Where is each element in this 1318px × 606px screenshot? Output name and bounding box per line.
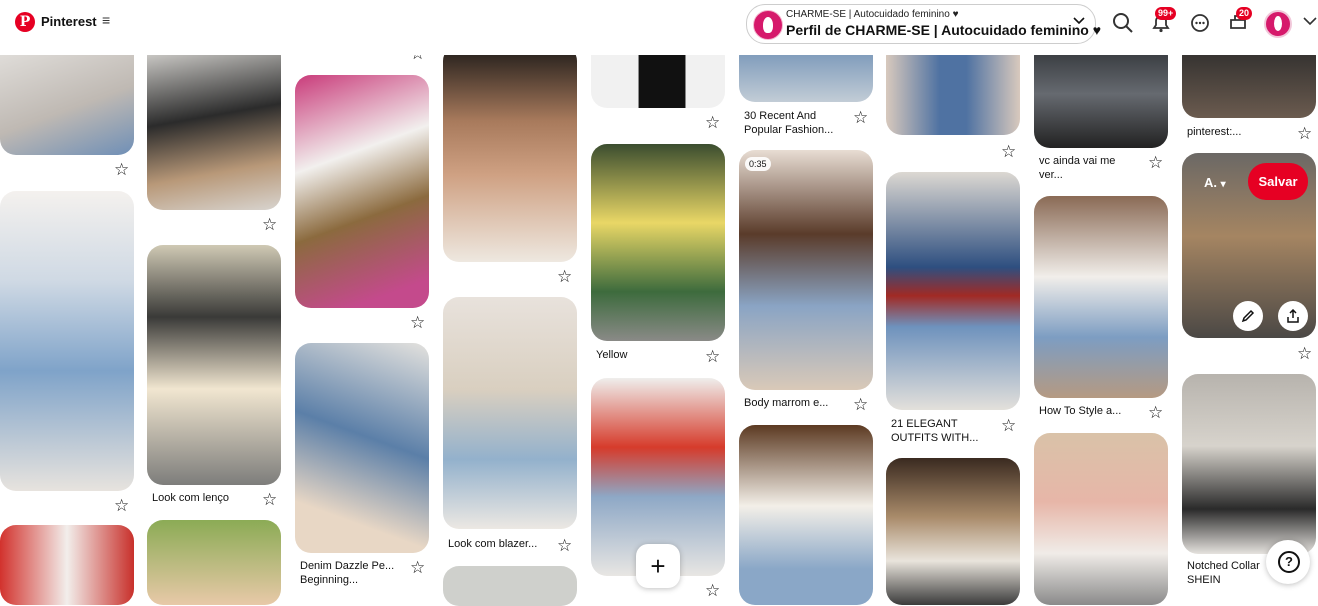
board-selector[interactable]: A. ▾ <box>1204 175 1226 190</box>
star-icon[interactable]: ☆ <box>557 537 572 554</box>
pin-image[interactable] <box>295 343 429 553</box>
chevron-down-icon: ▾ <box>1220 179 1226 190</box>
board-selector-label: A. <box>1204 175 1217 190</box>
video-duration: 0:35 <box>745 157 771 171</box>
pin-title: Denim Dazzle Pe... Beginning... <box>300 560 395 586</box>
star-icon[interactable]: ☆ <box>1297 345 1312 362</box>
pin-title: Look com lenço <box>152 492 230 504</box>
notifications-badge: 99+ <box>1155 7 1177 20</box>
star-icon[interactable]: ☆ <box>557 268 572 285</box>
star-icon[interactable]: ☆ <box>114 497 129 514</box>
edit-icon[interactable] <box>1233 301 1263 331</box>
pin-image[interactable] <box>147 520 281 605</box>
pin-image[interactable] <box>1034 196 1168 398</box>
pin-title: Notched Collar SHEIN <box>1187 560 1260 586</box>
star-icon[interactable]: ☆ <box>1001 143 1016 160</box>
pin-title: Look com blazer... <box>448 538 538 550</box>
star-icon[interactable]: ☆ <box>262 216 277 233</box>
pin-image[interactable] <box>0 525 134 605</box>
brand-name[interactable]: Pinterest <box>41 14 97 29</box>
help-button[interactable]: ? <box>1266 540 1310 584</box>
star-icon[interactable]: ☆ <box>1297 125 1312 142</box>
star-icon[interactable]: ☆ <box>1148 154 1163 171</box>
profile-switcher[interactable]: CHARME-SE | Autocuidado feminino ♥ Perfi… <box>746 4 1101 44</box>
star-icon[interactable]: ☆ <box>262 491 277 508</box>
pin-image[interactable] <box>443 45 577 262</box>
pin-image[interactable] <box>295 75 429 308</box>
hamburger-icon[interactable]: ≡ <box>102 12 110 28</box>
star-icon[interactable]: ☆ <box>1148 404 1163 421</box>
save-button[interactable]: Salvar <box>1248 163 1308 200</box>
pin-title: How To Style a... <box>1039 405 1122 417</box>
pin-image[interactable] <box>1034 40 1168 148</box>
pin-image[interactable] <box>147 40 281 210</box>
star-icon[interactable]: ☆ <box>705 114 720 131</box>
pinterest-logo-icon[interactable]: P <box>15 12 35 32</box>
search-icon[interactable] <box>1112 12 1134 34</box>
pin-title: Body marrom e... <box>744 397 829 409</box>
pin-image[interactable] <box>1034 433 1168 605</box>
pin-image[interactable] <box>739 150 873 390</box>
pin-title: Yellow <box>596 349 628 361</box>
profile-switcher-caption: CHARME-SE | Autocuidado feminino ♥ <box>786 9 959 20</box>
chevron-down-icon <box>1073 15 1085 29</box>
messages-icon[interactable] <box>1189 12 1211 34</box>
updates-badge: 20 <box>1236 7 1253 20</box>
star-icon[interactable]: ☆ <box>705 348 720 365</box>
pin-image[interactable] <box>591 144 725 341</box>
pin-image[interactable] <box>739 425 873 605</box>
star-icon[interactable]: ☆ <box>853 396 868 413</box>
share-icon[interactable] <box>1278 301 1308 331</box>
star-icon[interactable]: ☆ <box>705 582 720 599</box>
pin-title: 30 Recent And Popular Fashion... <box>744 110 834 136</box>
pin-title: pinterest:... <box>1187 126 1242 138</box>
pin-image[interactable] <box>443 566 577 606</box>
star-icon[interactable]: ☆ <box>853 109 868 126</box>
pin-image[interactable] <box>886 172 1020 410</box>
profile-avatar <box>753 10 783 40</box>
top-header: P Pinterest ≡ CHARME-SE | Autocuidado fe… <box>0 0 1318 55</box>
pin-image[interactable] <box>443 297 577 529</box>
create-pin-button[interactable]: + <box>636 544 680 588</box>
star-icon[interactable]: ☆ <box>1001 417 1016 434</box>
pin-image[interactable] <box>147 245 281 485</box>
profile-switcher-name: Perfil de CHARME-SE | Autocuidado femini… <box>786 22 1102 38</box>
star-icon[interactable]: ☆ <box>114 161 129 178</box>
chevron-down-icon[interactable] <box>1303 14 1317 29</box>
help-icon: ? <box>1278 551 1300 573</box>
star-icon[interactable]: ☆ <box>410 314 425 331</box>
pin-image[interactable] <box>886 458 1020 605</box>
pin-title: 21 ELEGANT OUTFITS WITH... <box>891 418 979 444</box>
pin-image[interactable] <box>0 191 134 491</box>
user-avatar[interactable] <box>1264 10 1292 38</box>
pin-title: vc ainda vai me ver... <box>1039 155 1116 181</box>
star-icon[interactable]: ☆ <box>410 559 425 576</box>
pin-image[interactable] <box>1182 374 1316 554</box>
